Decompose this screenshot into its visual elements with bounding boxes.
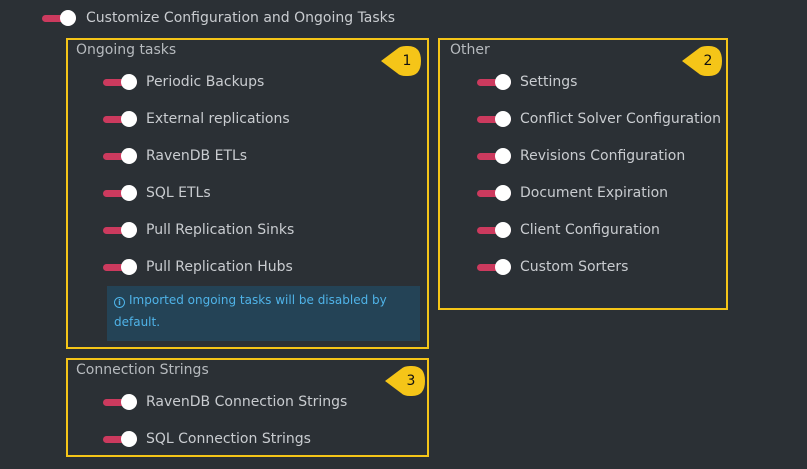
sql-etls-toggle[interactable] xyxy=(103,185,137,201)
toggle-knob xyxy=(121,74,137,90)
toggle-knob xyxy=(121,431,137,447)
toggle-knob xyxy=(495,74,511,90)
periodic-backups-label: Periodic Backups xyxy=(146,74,265,90)
settings-toggle[interactable] xyxy=(477,74,511,90)
toggle-knob xyxy=(495,111,511,127)
pull-replication-sinks-toggle[interactable] xyxy=(103,222,137,238)
custom-sorters-toggle[interactable] xyxy=(477,259,511,275)
callout-2-number: 2 xyxy=(703,53,713,69)
document-expiration-toggle[interactable] xyxy=(477,185,511,201)
imported-tasks-notice-text: Imported ongoing tasks will be disabled … xyxy=(114,293,387,329)
sql-connection-strings-label: SQL Connection Strings xyxy=(146,431,311,447)
toggle-knob xyxy=(121,259,137,275)
conflict-solver-toggle[interactable] xyxy=(477,111,511,127)
pull-replication-sinks-label: Pull Replication Sinks xyxy=(146,222,295,238)
callout-1: 1 xyxy=(380,46,422,76)
toggle-knob xyxy=(60,10,76,26)
imported-tasks-notice: i Imported ongoing tasks will be disabled… xyxy=(107,286,420,341)
client-configuration-toggle[interactable] xyxy=(477,222,511,238)
toggle-knob xyxy=(495,185,511,201)
ravendb-connection-strings-label: RavenDB Connection Strings xyxy=(146,394,348,410)
callout-3: 3 xyxy=(384,366,426,396)
sql-connection-strings-toggle[interactable] xyxy=(103,431,137,447)
external-replications-label: External replications xyxy=(146,111,290,127)
toggle-knob xyxy=(495,259,511,275)
sql-etls-label: SQL ETLs xyxy=(146,185,211,201)
ongoing-tasks-title: Ongoing tasks xyxy=(76,42,177,58)
toggle-knob xyxy=(121,394,137,410)
ravendb-etls-label: RavenDB ETLs xyxy=(146,148,248,164)
info-icon: i xyxy=(114,297,125,308)
customize-config-toggle[interactable] xyxy=(42,10,76,26)
settings-label: Settings xyxy=(520,74,578,90)
client-configuration-label: Client Configuration xyxy=(520,222,660,238)
customize-config-label: Customize Configuration and Ongoing Task… xyxy=(86,10,396,26)
callout-2: 2 xyxy=(681,46,723,76)
callout-3-number: 3 xyxy=(406,373,416,389)
toggle-knob xyxy=(121,111,137,127)
conflict-solver-label: Conflict Solver Configuration xyxy=(520,111,721,127)
pull-replication-hubs-toggle[interactable] xyxy=(103,259,137,275)
ravendb-etls-toggle[interactable] xyxy=(103,148,137,164)
toggle-knob xyxy=(495,222,511,238)
pull-replication-hubs-label: Pull Replication Hubs xyxy=(146,259,293,275)
toggle-knob xyxy=(121,148,137,164)
external-replications-toggle[interactable] xyxy=(103,111,137,127)
periodic-backups-toggle[interactable] xyxy=(103,74,137,90)
document-expiration-label: Document Expiration xyxy=(520,185,669,201)
toggle-knob xyxy=(495,148,511,164)
callout-1-number: 1 xyxy=(402,53,412,69)
connection-strings-title: Connection Strings xyxy=(76,362,209,378)
revisions-configuration-label: Revisions Configuration xyxy=(520,148,686,164)
custom-sorters-label: Custom Sorters xyxy=(520,259,629,275)
other-title: Other xyxy=(450,42,490,58)
toggle-knob xyxy=(121,185,137,201)
ravendb-connection-strings-toggle[interactable] xyxy=(103,394,137,410)
revisions-configuration-toggle[interactable] xyxy=(477,148,511,164)
toggle-knob xyxy=(121,222,137,238)
